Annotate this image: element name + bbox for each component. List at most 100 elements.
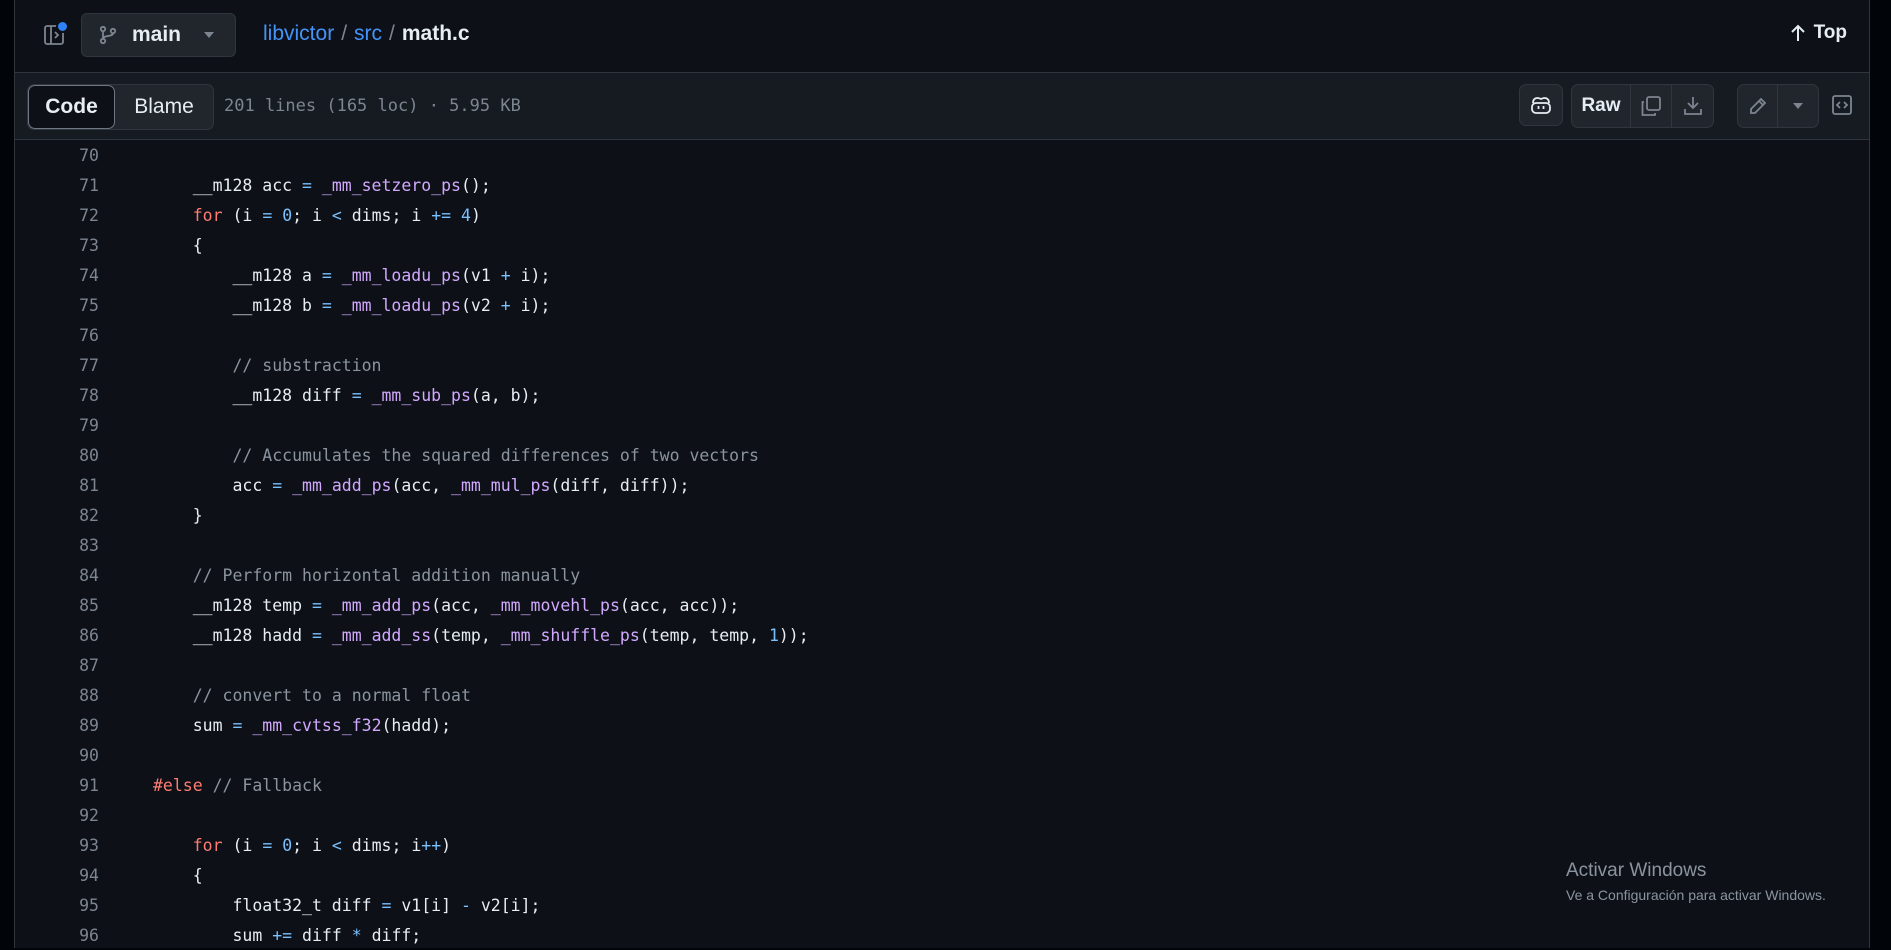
code-token: dims; i xyxy=(341,205,432,225)
code-line: 93 for (i = 0; i < dims; i++) xyxy=(15,830,1869,860)
tab-code[interactable]: Code xyxy=(28,85,115,129)
line-content: // Perform horizontal addition manually xyxy=(153,566,580,585)
code-token: for xyxy=(192,205,223,225)
line-content: __m128 a = _mm_loadu_ps(v1 + i); xyxy=(153,266,550,285)
line-number[interactable]: 87 xyxy=(15,656,99,675)
branch-name: main xyxy=(132,23,182,46)
line-content: } xyxy=(153,506,203,525)
line-number[interactable]: 95 xyxy=(15,896,99,915)
code-line: 70 xyxy=(15,140,1869,170)
line-number[interactable]: 73 xyxy=(15,236,99,255)
line-number[interactable]: 88 xyxy=(15,686,99,705)
raw-button[interactable]: Raw xyxy=(1572,85,1631,127)
line-number[interactable]: 85 xyxy=(15,596,99,615)
more-edit-options-button[interactable] xyxy=(1778,85,1818,127)
tab-blame[interactable]: Blame xyxy=(115,85,213,129)
code-line: 84 // Perform horizontal addition manual… xyxy=(15,560,1869,590)
line-content: { xyxy=(153,866,203,885)
code-token: // Perform horizontal addition manually xyxy=(192,565,581,585)
code-line: 85 __m128 temp = _mm_add_ps(acc, _mm_mov… xyxy=(15,590,1869,620)
line-number[interactable]: 74 xyxy=(15,266,99,285)
line-content: { xyxy=(153,236,203,255)
line-number[interactable]: 89 xyxy=(15,716,99,735)
code-token: = xyxy=(262,835,273,855)
line-content: // Accumulates the squared differences o… xyxy=(153,446,759,465)
line-number[interactable]: 75 xyxy=(15,296,99,315)
line-content: #else // Fallback xyxy=(153,776,322,795)
line-number[interactable]: 86 xyxy=(15,626,99,645)
symbols-panel-button[interactable] xyxy=(1825,84,1859,126)
code-token: (temp, xyxy=(431,625,501,645)
download-icon xyxy=(1683,97,1702,115)
file-toolbar: Code Blame 201 lines (165 loc) · 5.95 KB… xyxy=(15,73,1869,140)
line-number[interactable]: 79 xyxy=(15,416,99,435)
copy-raw-button[interactable] xyxy=(1631,85,1672,127)
line-number[interactable]: 92 xyxy=(15,806,99,825)
code-line: 81 acc = _mm_add_ps(acc, _mm_mul_ps(diff… xyxy=(15,470,1869,500)
code-token: (); xyxy=(460,175,491,195)
code-token: (hadd); xyxy=(381,715,452,735)
line-number[interactable]: 81 xyxy=(15,476,99,495)
top-button[interactable]: Top xyxy=(1790,22,1847,44)
code-line: 76 xyxy=(15,320,1869,350)
code-token: (acc, xyxy=(391,475,452,495)
code-token: _mm_sub_ps xyxy=(371,385,471,405)
copilot-button[interactable] xyxy=(1519,84,1563,126)
code-token: ) xyxy=(470,205,481,225)
code-token: _mm_add_ss xyxy=(331,625,432,645)
line-number[interactable]: 83 xyxy=(15,536,99,555)
line-content: __m128 hadd = _mm_add_ss(temp, _mm_shuff… xyxy=(153,626,809,645)
code-token: = xyxy=(311,595,322,615)
line-number[interactable]: 90 xyxy=(15,746,99,765)
line-number[interactable]: 80 xyxy=(15,446,99,465)
line-number[interactable]: 72 xyxy=(15,206,99,225)
line-content: sum += diff * diff; xyxy=(153,926,421,945)
code-token: float32_t diff xyxy=(153,895,382,915)
line-number[interactable]: 84 xyxy=(15,566,99,585)
line-number[interactable]: 71 xyxy=(15,176,99,195)
breadcrumb: libvictor / src / math.c xyxy=(263,22,470,46)
line-number[interactable]: 82 xyxy=(15,506,99,525)
code-token: _mm_cvtss_f32 xyxy=(252,715,382,735)
code-token: < xyxy=(331,205,342,225)
code-token: + xyxy=(500,265,511,285)
code-token: for xyxy=(192,835,223,855)
code-token: + xyxy=(500,295,511,315)
line-number[interactable]: 93 xyxy=(15,836,99,855)
code-token: = xyxy=(311,625,322,645)
download-raw-button[interactable] xyxy=(1672,85,1713,127)
code-token: = xyxy=(381,895,392,915)
code-token: } xyxy=(153,505,203,525)
line-number[interactable]: 70 xyxy=(15,146,99,165)
breadcrumb-repo-link[interactable]: libvictor xyxy=(263,22,334,46)
code-token: _mm_loadu_ps xyxy=(341,265,461,285)
code-line: 86 __m128 hadd = _mm_add_ss(temp, _mm_sh… xyxy=(15,620,1869,650)
code-token: v1[i] xyxy=(391,895,461,915)
edit-file-button[interactable] xyxy=(1738,85,1778,127)
line-number[interactable]: 77 xyxy=(15,356,99,375)
activation-title: Activar Windows xyxy=(1566,860,1707,881)
line-number[interactable]: 76 xyxy=(15,326,99,345)
line-number[interactable]: 96 xyxy=(15,926,99,945)
line-number[interactable]: 78 xyxy=(15,386,99,405)
breadcrumb-dir-link[interactable]: src xyxy=(354,22,382,46)
code-token: // substraction xyxy=(232,355,382,375)
line-number[interactable]: 91 xyxy=(15,776,99,795)
code-line: 83 xyxy=(15,530,1869,560)
expand-file-tree-button[interactable] xyxy=(37,18,71,52)
code-token: #else xyxy=(153,775,203,795)
code-token: (i xyxy=(222,835,263,855)
branch-selector-button[interactable]: main xyxy=(81,13,236,57)
breadcrumb-current-file: math.c xyxy=(401,22,470,45)
line-content: for (i = 0; i < dims; i++) xyxy=(153,836,451,855)
line-number[interactable]: 94 xyxy=(15,866,99,885)
